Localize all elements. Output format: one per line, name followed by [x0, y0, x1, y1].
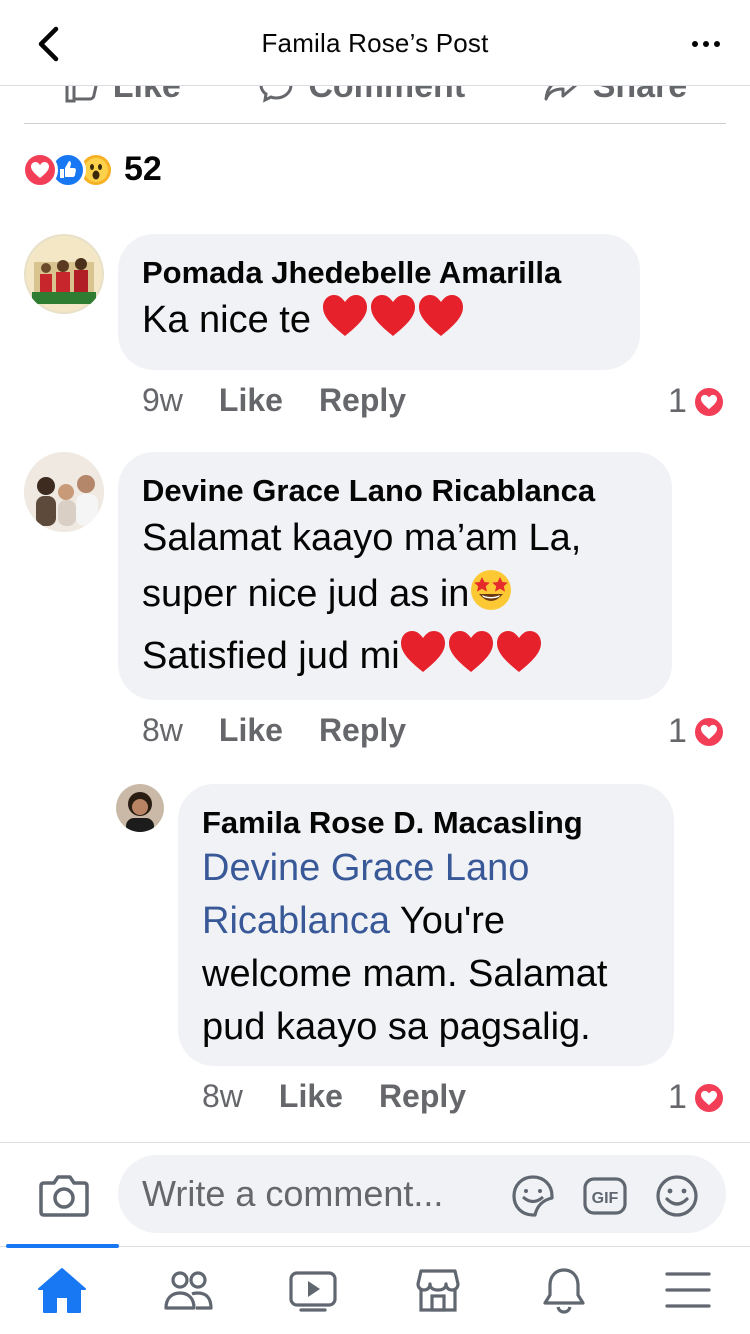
comment-input-placeholder: Write a comment...: [142, 1173, 444, 1214]
camera-icon: [39, 1175, 89, 1217]
emoji-button[interactable]: [654, 1173, 700, 1219]
smiley-icon: [656, 1175, 698, 1217]
avatar[interactable]: [24, 452, 104, 532]
tab-friends[interactable]: [158, 1265, 218, 1315]
active-tab-indicator: [6, 1244, 119, 1248]
comment-time: 9w: [142, 382, 183, 418]
like-action-button[interactable]: Like: [63, 86, 181, 106]
comment-reaction-count[interactable]: 1: [668, 712, 725, 751]
more-options-button[interactable]: [686, 26, 726, 62]
bell-icon: [543, 1268, 585, 1314]
heart-badge-icon: [692, 385, 725, 418]
comment-line-2-wrap: super nice jud as in: [142, 566, 648, 628]
post-header: Famila Rose’s Post: [0, 0, 750, 86]
reactions-summary[interactable]: 52: [22, 150, 162, 189]
post-actions: Like Comment Share: [24, 86, 726, 124]
red-heart-emoji-icon: [322, 294, 464, 354]
comment-line-2: super nice jud as in: [142, 573, 470, 615]
comment-line-1: Salamat kaayo ma’am La,: [142, 517, 582, 559]
tab-home[interactable]: [32, 1265, 92, 1315]
tab-notifications[interactable]: [534, 1265, 594, 1315]
comment-author[interactable]: Devine Grace Lano Ricablanca: [142, 472, 648, 510]
thumbs-up-icon: [65, 86, 98, 103]
red-heart-emoji-icon: [400, 630, 542, 690]
comment-bubble: Famila Rose D. Macasling Devine Grace La…: [178, 784, 674, 1066]
star-struck-emoji-icon: [469, 568, 513, 628]
comment-like-count: 1: [668, 712, 687, 750]
comment-like-link[interactable]: Like: [219, 712, 283, 749]
comment-bubble: Devine Grace Lano Ricablanca Salamat kaa…: [118, 452, 672, 700]
comment-input[interactable]: Write a comment... GIF: [118, 1155, 726, 1233]
comment-text: Ka nice te: [142, 292, 616, 354]
comment-reply-link[interactable]: Reply: [319, 382, 406, 419]
comment-like-count: 1: [668, 382, 687, 420]
share-action-label: Share: [593, 86, 688, 106]
comment-text: Devine Grace Lano Ricablanca You're welc…: [202, 842, 650, 1054]
comment-author[interactable]: Pomada Jhedebelle Amarilla: [142, 254, 616, 292]
comment-action-label: Comment: [308, 86, 465, 106]
gif-button[interactable]: GIF: [582, 1173, 628, 1219]
comment-line-3-wrap: Satisfied jud mi: [142, 628, 648, 690]
reaction-count: 52: [124, 150, 162, 188]
comment-meta: 8w Like Reply: [142, 712, 442, 749]
comment-time: 8w: [142, 712, 183, 748]
camera-button[interactable]: [38, 1171, 90, 1219]
comment-reply-link[interactable]: Reply: [379, 1078, 466, 1115]
comment-reaction-count[interactable]: 1: [668, 382, 725, 421]
heart-badge-icon: [692, 715, 725, 748]
comment-text-body: Ka nice te: [142, 299, 311, 341]
comment-bubble-icon: [259, 86, 293, 103]
comment-action-button[interactable]: Comment: [258, 86, 465, 106]
avatar[interactable]: [116, 784, 164, 832]
comment-meta: 8w Like Reply: [202, 1078, 502, 1115]
share-arrow-icon: [544, 86, 577, 101]
like-action-label: Like: [113, 86, 181, 106]
friends-icon: [164, 1271, 213, 1310]
hamburger-menu-icon: [665, 1272, 711, 1308]
tab-marketplace[interactable]: [408, 1265, 468, 1315]
page-title: Famila Rose’s Post: [261, 28, 489, 58]
tab-watch[interactable]: [283, 1265, 343, 1315]
marketplace-icon: [416, 1269, 460, 1312]
gif-icon: GIF: [583, 1177, 627, 1215]
love-reaction-icon: [22, 151, 58, 188]
comment-time: 8w: [202, 1078, 243, 1114]
comment-meta: 9w Like Reply: [142, 382, 442, 419]
comment-text: Salamat kaayo ma’am La, super nice jud a…: [142, 510, 648, 690]
svg-text:GIF: GIF: [592, 1190, 619, 1207]
sticker-button[interactable]: [510, 1173, 556, 1219]
comment-reply-link[interactable]: Reply: [319, 712, 406, 749]
comment-author[interactable]: Famila Rose D. Macasling: [202, 804, 650, 842]
more-dots-icon: [692, 41, 698, 47]
avatar[interactable]: [24, 234, 104, 314]
comment-reaction-count[interactable]: 1: [668, 1078, 725, 1117]
comment-like-link[interactable]: Like: [279, 1078, 343, 1115]
sticker-icon: [512, 1175, 554, 1217]
home-icon: [38, 1268, 86, 1313]
share-action-button[interactable]: Share: [543, 86, 688, 106]
video-icon: [289, 1271, 337, 1312]
comment-like-link[interactable]: Like: [219, 382, 283, 419]
comment-composer: Write a comment... GIF: [0, 1142, 750, 1246]
tab-menu[interactable]: [658, 1265, 718, 1315]
heart-badge-icon: [692, 1081, 725, 1114]
comment-like-count: 1: [668, 1078, 687, 1116]
bottom-tab-bar: [0, 1244, 750, 1334]
comment-line-3: Satisfied jud mi: [142, 635, 400, 677]
comment-bubble: Pomada Jhedebelle Amarilla Ka nice te: [118, 234, 640, 370]
